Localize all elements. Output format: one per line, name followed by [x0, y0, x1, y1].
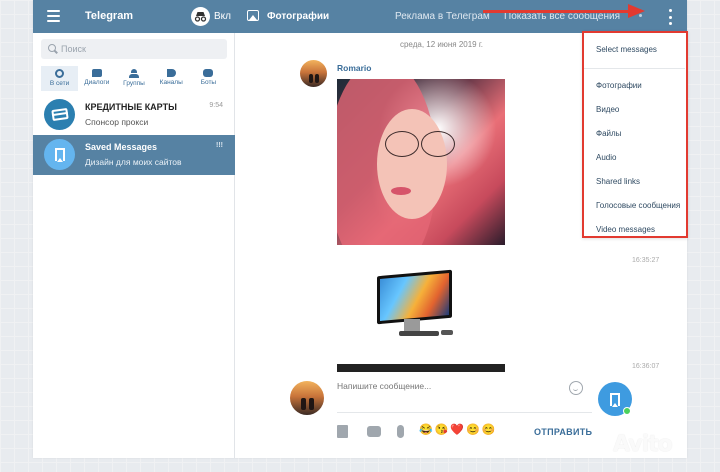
bookmark-icon	[44, 139, 75, 170]
sender-name[interactable]: Romario	[337, 63, 371, 73]
saved-messages-fab[interactable]	[598, 382, 632, 416]
chat-time: 9:54	[209, 102, 223, 109]
message-input[interactable]	[337, 381, 557, 391]
chat-name: КРЕДИТНЫЕ КАРТЫ	[85, 102, 177, 112]
microphone-icon[interactable]	[397, 425, 404, 438]
bots-icon	[203, 69, 214, 77]
online-status-dot	[623, 407, 631, 415]
menu-divider	[584, 68, 685, 69]
menu-item-select-messages[interactable]: Select messages	[596, 45, 657, 54]
promo-link[interactable]: Реклама в Телеграм	[395, 11, 490, 22]
chat-time: !!!	[216, 142, 223, 149]
incognito-icon[interactable]	[191, 7, 210, 26]
tab-label: Диалоги	[84, 79, 110, 86]
sender-avatar[interactable]	[300, 60, 327, 87]
top-bar: Telegram Вкл Фотографии Реклама в Телегр…	[33, 0, 687, 33]
filter-tabs: В сети Диалоги Группы Каналы Боты	[41, 66, 227, 91]
chat-item-saved-messages[interactable]: Saved Messages Дизайн для моих сайтов !!…	[33, 135, 235, 175]
tab-online[interactable]: В сети	[41, 66, 79, 91]
chat-name: Saved Messages	[85, 142, 158, 152]
more-options-icon[interactable]	[667, 9, 673, 25]
attach-file-icon[interactable]	[337, 425, 348, 438]
menu-item-photos[interactable]: Фотографии	[596, 81, 642, 90]
chat-subtitle: Дизайн для моих сайтов	[85, 157, 182, 167]
tab-label: В сети	[49, 80, 70, 87]
dialogs-icon	[91, 69, 102, 77]
chat-subtitle: Спонсор прокси	[85, 117, 149, 127]
menu-item-video-messages[interactable]: Video messages	[596, 225, 655, 234]
tab-label: Группы	[123, 80, 145, 87]
photo-peer-icon	[247, 10, 259, 21]
emoji-picker-icon[interactable]	[569, 381, 583, 395]
tab-channels[interactable]: Каналы	[153, 66, 190, 91]
message-time: 16:35:27	[632, 257, 660, 264]
photo-message-partial[interactable]	[337, 364, 505, 372]
channels-icon	[166, 69, 176, 77]
credit-card-icon	[44, 99, 75, 130]
quick-emoji-bar[interactable]: 😂😘❤️😊😊	[419, 423, 497, 436]
tab-label: Каналы	[159, 79, 183, 86]
menu-item-voice-messages[interactable]: Голосовые сообщения	[596, 201, 680, 210]
photo-message-portrait[interactable]	[337, 79, 505, 245]
tab-bots[interactable]: Боты	[190, 66, 227, 91]
menu-item-video[interactable]: Видео	[596, 105, 619, 114]
search-placeholder: Поиск	[61, 44, 86, 54]
tab-label: Боты	[200, 79, 217, 86]
annotation-arrowhead	[628, 4, 645, 18]
avito-watermark: Avito	[613, 432, 673, 457]
groups-icon	[129, 69, 139, 78]
search-input[interactable]: Поиск	[41, 39, 227, 59]
search-icon	[48, 44, 56, 52]
peer-title[interactable]: Фотографии	[267, 11, 329, 22]
online-icon	[55, 69, 65, 78]
tab-dialogs[interactable]: Диалоги	[78, 66, 115, 91]
more-options-dropdown: Select messages Фотографии Видео Файлы A…	[582, 31, 688, 238]
incognito-status[interactable]: Вкл	[214, 11, 231, 22]
photo-message-monitor[interactable]	[337, 259, 505, 351]
sidebar: Поиск В сети Диалоги Группы Каналы Боты …	[33, 33, 235, 458]
menu-item-shared-links[interactable]: Shared links	[596, 177, 640, 186]
attach-photo-icon[interactable]	[367, 426, 381, 437]
chat-item-credit-cards[interactable]: КРЕДИТНЫЕ КАРТЫ Спонсор прокси 9:54	[33, 95, 235, 135]
my-avatar[interactable]	[290, 381, 324, 415]
annotation-arrow	[483, 10, 633, 13]
message-time: 16:36:07	[632, 363, 660, 370]
menu-item-audio[interactable]: Audio	[596, 153, 616, 162]
bookmark-icon	[610, 392, 620, 407]
send-button[interactable]: ОТПРАВИТЬ	[534, 427, 592, 437]
tab-groups[interactable]: Группы	[115, 66, 152, 91]
app-title: Telegram	[85, 10, 134, 22]
hamburger-menu-icon[interactable]	[47, 10, 60, 22]
menu-item-files[interactable]: Файлы	[596, 129, 621, 138]
date-text: среда, 12 июня 2019 г.	[399, 40, 484, 49]
input-underline	[337, 412, 592, 413]
